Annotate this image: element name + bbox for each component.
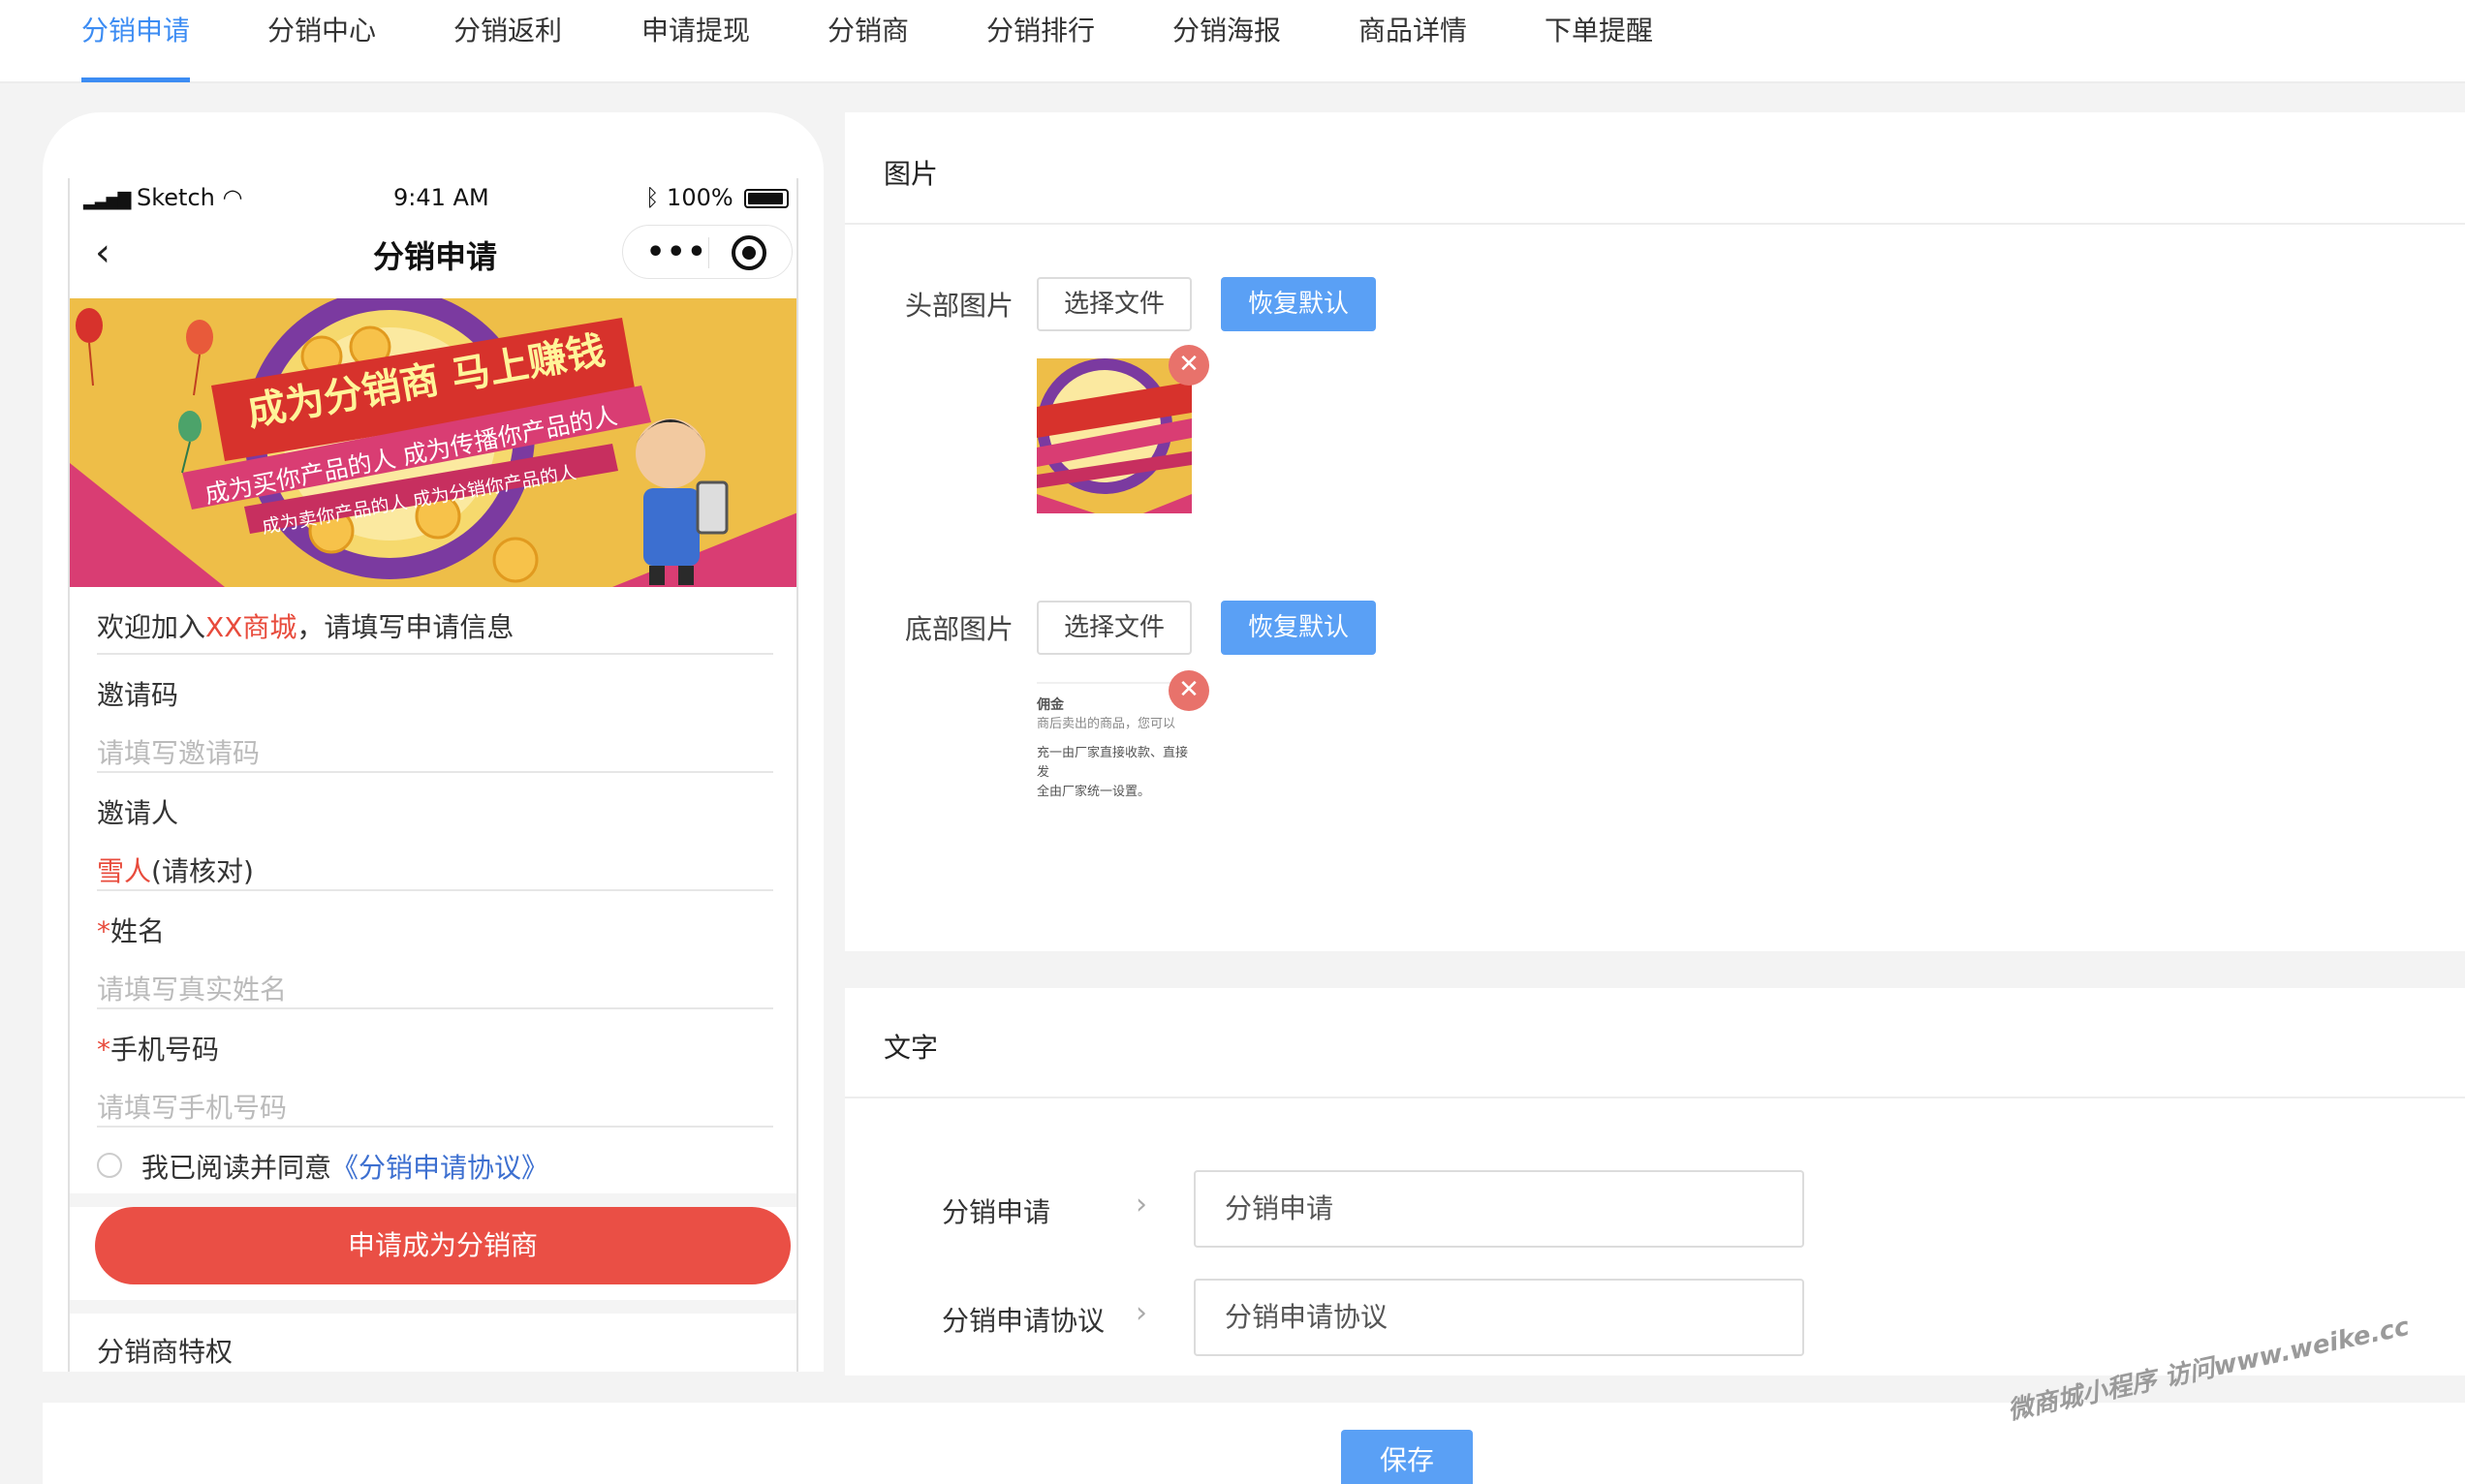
- footer-thumb-line: 充一由厂家直接收款、直接发: [1037, 746, 1189, 780]
- welcome-text: 欢迎加入XX商城，请填写申请信息: [97, 606, 514, 645]
- header-restore-default-button[interactable]: 恢复默认: [1221, 277, 1376, 331]
- footer-image-label: 底部图片: [905, 613, 1014, 645]
- footer-bar: 保存: [43, 1403, 2465, 1484]
- footer-thumb-line: 商后卖出的商品，您可以: [1037, 717, 1176, 731]
- signal-icon: ▂▃▅▇: [83, 190, 131, 210]
- footer-thumb-line: 佣金: [1037, 697, 1064, 713]
- bluetooth-icon: ᛒ: [645, 184, 660, 211]
- mini-program-navbar: ‹ 分销申请 •••: [70, 221, 796, 285]
- divider: [97, 1126, 773, 1128]
- tab-distribution-center[interactable]: 分销中心: [267, 12, 376, 70]
- status-left: ▂▃▅▇ Sketch ◠: [83, 184, 242, 211]
- panel-divider: [845, 223, 2465, 225]
- phone-label-text: 手机号码: [110, 1034, 220, 1066]
- inviter-note: (请核对): [151, 855, 254, 887]
- battery-percent: 100%: [667, 184, 733, 211]
- invite-code-input[interactable]: 请填写邀请码: [97, 732, 260, 771]
- battery-icon: [744, 189, 790, 208]
- welcome-suffix: ，请填写申请信息: [296, 611, 515, 643]
- agree-prefix: 我已阅读并同意: [141, 1152, 332, 1184]
- phone-input[interactable]: 请填写手机号码: [97, 1087, 287, 1126]
- tab-order-reminder[interactable]: 下单提醒: [1545, 12, 1653, 70]
- status-time: 9:41 AM: [393, 184, 489, 211]
- save-button[interactable]: 保存: [1341, 1430, 1473, 1484]
- welcome-prefix: 欢迎加入: [97, 611, 206, 643]
- tab-product-detail[interactable]: 商品详情: [1358, 12, 1467, 70]
- invite-code-label: 邀请码: [97, 679, 179, 711]
- more-dots-icon[interactable]: •••: [646, 235, 708, 269]
- section-gap: [70, 1193, 796, 1207]
- phone-screen: ▂▃▅▇ Sketch ◠ 9:41 AM ᛒ 100% ‹ 分销申请 •••: [68, 178, 798, 1372]
- apply-distributor-button[interactable]: 申请成为分销商: [95, 1207, 791, 1284]
- status-right: ᛒ 100%: [645, 184, 790, 211]
- divider: [97, 771, 773, 773]
- privilege-title: 分销商特权: [97, 1336, 234, 1368]
- chevron-right-icon: ›: [1136, 1296, 1147, 1330]
- close-target-icon[interactable]: [732, 235, 766, 270]
- text-settings-panel: 文字 分销申请 › 分销申请 分销申请协议 › 分销申请协议: [845, 988, 2465, 1376]
- tab-distribution-apply[interactable]: 分销申请: [81, 12, 190, 70]
- mini-program-capsule: •••: [622, 225, 793, 279]
- agreement-title-input[interactable]: 分销申请协议: [1194, 1279, 1804, 1356]
- tab-apply-withdraw[interactable]: 申请提现: [641, 12, 750, 70]
- footer-image-remove-icon[interactable]: ✕: [1169, 670, 1209, 711]
- header-banner: 成为分销商 马上赚钱 成为买你产品的人 成为传播你产品的人 成为卖你产品的人 成…: [70, 298, 796, 587]
- status-bar: ▂▃▅▇ Sketch ◠ 9:41 AM ᛒ 100%: [70, 178, 796, 221]
- tab-distribution-ranking[interactable]: 分销排行: [986, 12, 1095, 70]
- active-tab-indicator: [81, 77, 190, 82]
- panel-divider: [845, 1097, 2465, 1098]
- top-tab-bar: 分销申请 分销中心 分销返利 申请提现 分销商 分销排行 分销海报 商品详情 下…: [0, 0, 2465, 83]
- text-row-label-agreement: 分销申请协议: [942, 1305, 1106, 1337]
- inviter-name: 雪人: [97, 855, 152, 887]
- required-mark: *: [97, 915, 110, 947]
- agree-radio[interactable]: [97, 1153, 122, 1178]
- text-panel-title: 文字: [884, 1032, 939, 1064]
- shop-name: XX商城: [205, 611, 297, 643]
- required-mark: *: [97, 1034, 110, 1066]
- image-panel-title: 图片: [884, 158, 939, 190]
- divider: [97, 889, 773, 891]
- tab-distribution-poster[interactable]: 分销海报: [1172, 12, 1281, 70]
- phone-label: *手机号码: [97, 1029, 219, 1067]
- footer-image-thumbnail: 佣金 商后卖出的商品，您可以 充一由厂家直接收款、直接发 全由厂家统一设置。: [1037, 682, 1192, 837]
- section-gap: [70, 1300, 796, 1314]
- tab-distribution-rebate[interactable]: 分销返利: [453, 12, 562, 70]
- footer-thumb-line: 全由厂家统一设置。: [1037, 785, 1151, 799]
- apply-title-input[interactable]: 分销申请: [1194, 1170, 1804, 1248]
- wifi-icon: ◠: [222, 184, 243, 211]
- header-thumb-illustration: [1037, 358, 1192, 513]
- name-label-text: 姓名: [110, 915, 166, 947]
- header-image-remove-icon[interactable]: ✕: [1169, 345, 1209, 386]
- divider: [97, 653, 773, 655]
- footer-choose-file-button[interactable]: 选择文件: [1037, 601, 1192, 655]
- agreement-text: 我已阅读并同意《分销申请协议》: [141, 1147, 548, 1186]
- name-input[interactable]: 请填写真实姓名: [97, 969, 287, 1007]
- chevron-right-icon: ›: [1136, 1188, 1147, 1221]
- header-image-label: 头部图片: [905, 290, 1014, 322]
- divider: [97, 1007, 773, 1009]
- name-label: *姓名: [97, 911, 165, 949]
- text-row-label-apply: 分销申请: [942, 1196, 1051, 1228]
- header-image-thumbnail: [1037, 358, 1192, 513]
- inviter-label: 邀请人: [97, 797, 179, 829]
- tab-distributors[interactable]: 分销商: [827, 12, 909, 70]
- capsule-divider: [708, 237, 709, 268]
- image-settings-panel: 图片 头部图片 选择文件 恢复默认 ✕ 底部图片 选择文件 恢复默认 佣金 商后…: [845, 112, 2465, 951]
- footer-restore-default-button[interactable]: 恢复默认: [1221, 601, 1376, 655]
- header-choose-file-button[interactable]: 选择文件: [1037, 277, 1192, 331]
- inviter-value: 雪人(请核对): [97, 850, 254, 889]
- agreement-link[interactable]: 《分销申请协议》: [331, 1152, 548, 1184]
- carrier-name: Sketch: [137, 184, 215, 211]
